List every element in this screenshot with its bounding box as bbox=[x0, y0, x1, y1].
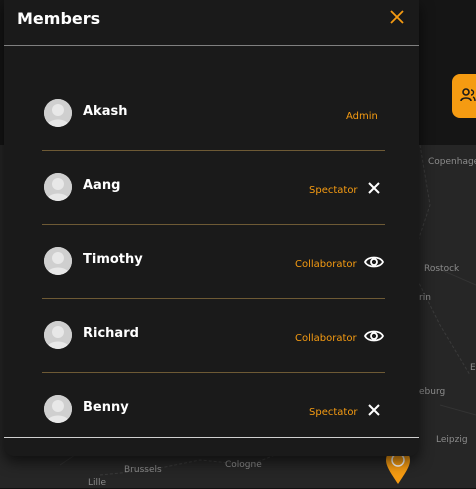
modal-header: Members bbox=[4, 0, 419, 46]
member-name: Akash bbox=[83, 104, 128, 119]
map-label-brussels: Brussels bbox=[124, 465, 162, 475]
map-label-partial-eburg: eburg bbox=[419, 387, 446, 397]
member-row: Richard Collaborator bbox=[42, 299, 385, 373]
modal-title: Members bbox=[17, 9, 101, 28]
map-label-lille: Lille bbox=[88, 478, 107, 488]
member-name: Richard bbox=[83, 326, 139, 341]
map-label-cologne: Cologne bbox=[225, 460, 262, 470]
map-label-partial-e: E bbox=[470, 363, 476, 373]
member-row: Timothy Collaborator bbox=[42, 225, 385, 299]
users-icon bbox=[460, 87, 476, 103]
members-toggle-button[interactable] bbox=[452, 74, 476, 118]
remove-member-button[interactable] bbox=[364, 178, 384, 198]
close-icon[interactable] bbox=[389, 9, 405, 25]
member-role: Spectator bbox=[309, 185, 358, 196]
avatar bbox=[44, 247, 72, 275]
member-row: Aang Spectator bbox=[42, 151, 385, 225]
map-label-leipzig: Leipzig bbox=[436, 435, 468, 445]
remove-member-button[interactable] bbox=[364, 400, 384, 420]
map-label-rostock: Rostock bbox=[424, 264, 460, 274]
members-list: Akash Admin Aang Spectator Timothy Colla… bbox=[42, 77, 385, 446]
avatar bbox=[44, 99, 72, 127]
eye-icon bbox=[363, 330, 385, 342]
map-label-partial-rin: rin bbox=[419, 293, 431, 303]
member-name: Timothy bbox=[83, 252, 143, 267]
member-role: Spectator bbox=[309, 407, 358, 418]
member-role: Collaborator bbox=[295, 259, 357, 270]
member-name: Benny bbox=[83, 400, 129, 415]
eye-icon bbox=[363, 256, 385, 268]
member-name: Aang bbox=[83, 178, 121, 193]
members-modal: Members Akash Admin Aang Spectator Timot… bbox=[4, 0, 419, 456]
map-label-copenhagen: Copenhagen bbox=[428, 157, 476, 167]
avatar bbox=[44, 321, 72, 349]
member-role: Admin bbox=[346, 111, 378, 122]
x-icon bbox=[368, 182, 380, 194]
modal-divider bbox=[4, 437, 419, 438]
member-row: Akash Admin bbox=[42, 77, 385, 151]
member-row: Benny Spectator bbox=[42, 373, 385, 446]
view-member-button[interactable] bbox=[363, 252, 385, 272]
view-member-button[interactable] bbox=[363, 326, 385, 346]
avatar bbox=[44, 173, 72, 201]
x-icon bbox=[368, 404, 380, 416]
avatar bbox=[44, 395, 72, 423]
member-role: Collaborator bbox=[295, 333, 357, 344]
